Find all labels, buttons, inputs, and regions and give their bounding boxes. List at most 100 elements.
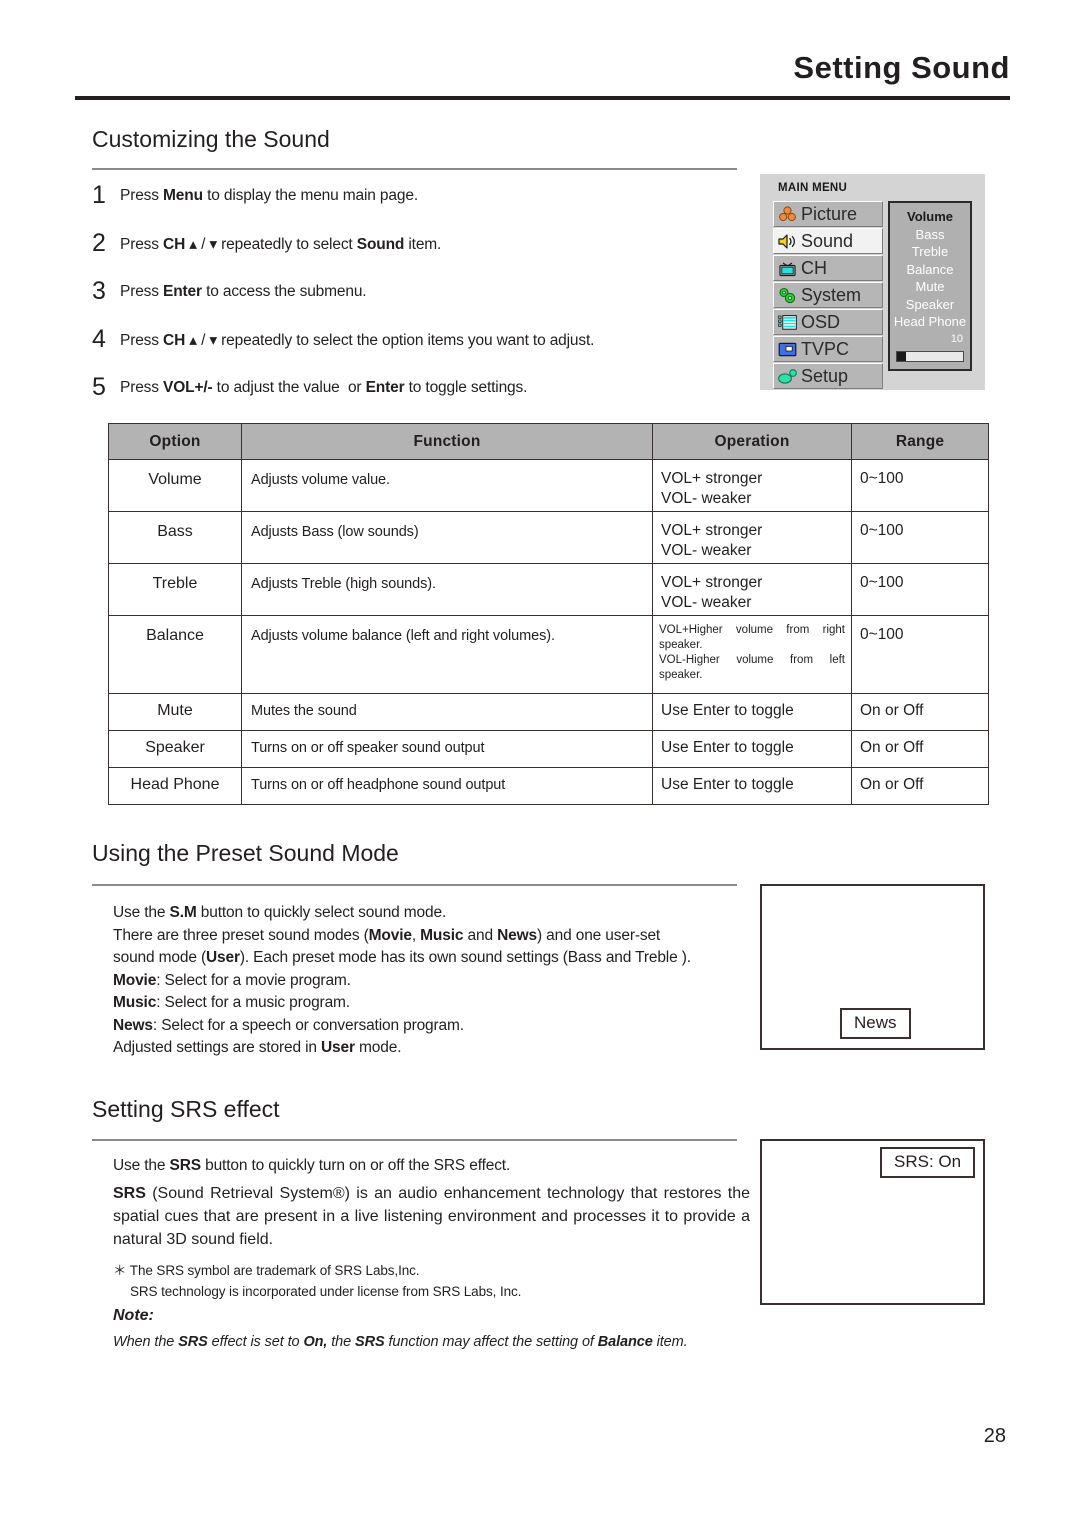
cell-option: Speaker <box>108 730 242 768</box>
sound-options-table: Option Function Operation Range Volume A… <box>108 423 989 805</box>
osd-menu-item-label: System <box>801 285 862 305</box>
osd-menu-item-tvpc[interactable]: TVPC <box>773 336 883 362</box>
srs-line-1: Use the SRS button to quickly turn on or… <box>113 1157 511 1174</box>
cell-range: On or Off <box>851 767 989 805</box>
preset-line: There are three preset sound modes (Movi… <box>113 926 661 944</box>
cell-range: 0~100 <box>851 615 989 694</box>
osd-volume-value: 10 <box>950 333 963 345</box>
heading-customizing-divider <box>92 168 737 170</box>
table-row: Bass Adjusts Bass (low sounds) VOL+ stro… <box>108 511 989 564</box>
cell-operation: VOL+ stronger VOL- weaker <box>652 459 852 512</box>
osd-menu-item-system[interactable]: System <box>773 282 883 308</box>
osd-submenu-item-mute[interactable]: Mute <box>890 278 970 296</box>
osd-menu-item-sound[interactable]: Sound <box>773 228 883 254</box>
table-row: Treble Adjusts Treble (high sounds). VOL… <box>108 563 989 616</box>
osd-submenu-item-head-phone[interactable]: Head Phone <box>890 313 970 331</box>
table-row: Speaker Turns on or off speaker sound ou… <box>108 730 989 768</box>
osd-submenu-item-treble[interactable]: Treble <box>890 243 970 261</box>
srs-paragraph: SRS (Sound Retrieval System®) is an audi… <box>113 1184 750 1248</box>
cell-function: Turns on or off speaker sound output <box>241 730 653 768</box>
step-text: Press CH ▴ / ▾ repeatedly to select the … <box>120 332 595 349</box>
osd-menu-item-setup[interactable]: Setup <box>773 363 883 389</box>
preset-sound-mode-body: Use the S.M button to quickly select sou… <box>113 902 753 1060</box>
table-header-range: Range <box>851 423 989 460</box>
osd-menu-item-label: Sound <box>801 231 854 251</box>
header-divider <box>75 96 1010 100</box>
osd-menu-item-ch[interactable]: CH <box>773 255 883 281</box>
osd-menu-item-picture[interactable]: Picture <box>773 201 883 227</box>
cell-option: Bass <box>108 511 242 564</box>
step-item: 3 Press Enter to access the submenu. <box>92 277 772 329</box>
step-number: 4 <box>92 325 106 353</box>
cell-option: Head Phone <box>108 767 242 805</box>
cell-function: Adjusts Bass (low sounds) <box>241 511 653 564</box>
cell-operation: Use Enter to toggle <box>652 730 852 768</box>
instruction-steps: 1 Press Menu to display the menu main pa… <box>92 181 772 425</box>
heading-using-the-preset-sound-mode: Using the Preset Sound Mode <box>92 840 399 866</box>
osd-menu-item-label: OSD <box>801 312 841 332</box>
heading-srs-divider <box>92 1139 737 1141</box>
cell-operation: VOL+ stronger VOL- weaker <box>652 563 852 616</box>
tv-preview-srs: SRS: On <box>760 1139 985 1305</box>
table-row: Balance Adjusts volume balance (left and… <box>108 615 989 694</box>
step-number: 2 <box>92 229 106 257</box>
tv-sound-mode-chip: News <box>840 1008 911 1039</box>
osd-submenu-item-balance[interactable]: Balance <box>890 261 970 279</box>
table-header-row: Option Function Operation Range <box>108 423 989 460</box>
preset-line: Movie: Select for a movie program. <box>113 971 351 989</box>
osd-submenu-item-bass[interactable]: Bass <box>890 226 970 244</box>
osd-menu-item-label: CH <box>801 258 827 278</box>
table-header-function: Function <box>241 423 653 460</box>
preset-line: Adjusted settings are stored in User mod… <box>113 1039 402 1056</box>
cell-option: Balance <box>108 615 242 694</box>
osd-menu-item-label: Picture <box>801 204 858 224</box>
osd-menu-item-label: TVPC <box>801 339 850 359</box>
step-number: 5 <box>92 373 106 401</box>
step-item: 4 Press CH ▴ / ▾ repeatedly to select th… <box>92 325 772 377</box>
heading-setting-srs-effect: Setting SRS effect <box>92 1096 280 1122</box>
osd-main-menu-title: MAIN MENU <box>778 182 848 194</box>
cell-function: Adjusts volume balance (left and right v… <box>241 615 653 694</box>
preset-line: Use the S.M button to quickly select sou… <box>113 904 447 921</box>
note-label: Note: <box>113 1307 154 1324</box>
cell-operation: Use Enter to toggle <box>652 693 852 731</box>
cell-function: Adjusts volume value. <box>241 459 653 512</box>
step-item: 5 Press VOL+/- to adjust the value or En… <box>92 373 772 425</box>
cell-function: Turns on or off headphone sound output <box>241 767 653 805</box>
picture-icon <box>777 205 798 224</box>
page-header: Setting Sound <box>75 50 1010 105</box>
cell-range: 0~100 <box>851 563 989 616</box>
srs-footnote: SRS technology is incorporated under lic… <box>130 1283 522 1299</box>
cell-operation: VOL+Higher volume from right speaker. VOL… <box>652 615 852 694</box>
table-header-operation: Operation <box>652 423 852 460</box>
osd-menu-list: Picture Sound CH System OSD TVPC Setup <box>773 201 883 390</box>
osd-submenu-item-volume[interactable]: Volume <box>890 208 970 226</box>
step-text: Press VOL+/- to adjust the value or Ente… <box>120 379 528 396</box>
page-number: 28 <box>983 1425 1006 1447</box>
tvpc-icon <box>777 340 798 359</box>
cell-operation: Use Enter to toggle <box>652 767 852 805</box>
osd-menu-item-label: Setup <box>801 366 849 386</box>
osd-volume-slider[interactable] <box>896 351 964 362</box>
tv-srs-status-chip: SRS: On <box>880 1147 976 1178</box>
osd-menu-item-osd[interactable]: OSD <box>773 309 883 335</box>
step-number: 1 <box>92 181 106 209</box>
step-item: 2 Press CH ▴ / ▾ repeatedly to select So… <box>92 229 772 281</box>
table-row: Volume Adjusts volume value. VOL+ strong… <box>108 459 989 512</box>
srs-footnote: ＊ The SRS symbol are trademark of SRS La… <box>113 1262 420 1278</box>
step-text: Press CH ▴ / ▾ repeatedly to select Soun… <box>120 236 442 253</box>
tv-preview-sound-mode: News <box>760 884 985 1050</box>
step-text: Press Enter to access the submenu. <box>120 283 367 300</box>
page-title: Setting Sound <box>793 50 1010 85</box>
osd-submenu-item-speaker[interactable]: Speaker <box>890 296 970 314</box>
cell-option: Volume <box>108 459 242 512</box>
table-row: Head Phone Turns on or off headphone sou… <box>108 767 989 805</box>
cell-range: 0~100 <box>851 459 989 512</box>
srs-body: Use the SRS button to quickly turn on or… <box>113 1155 750 1302</box>
heading-customizing-the-sound: Customizing the Sound <box>92 126 330 152</box>
preset-line: News: Select for a speech or conversatio… <box>113 1016 464 1034</box>
system-gears-icon <box>777 286 798 305</box>
cell-range: On or Off <box>851 693 989 731</box>
preset-line: Music: Select for a music program. <box>113 994 350 1011</box>
cell-option: Mute <box>108 693 242 731</box>
